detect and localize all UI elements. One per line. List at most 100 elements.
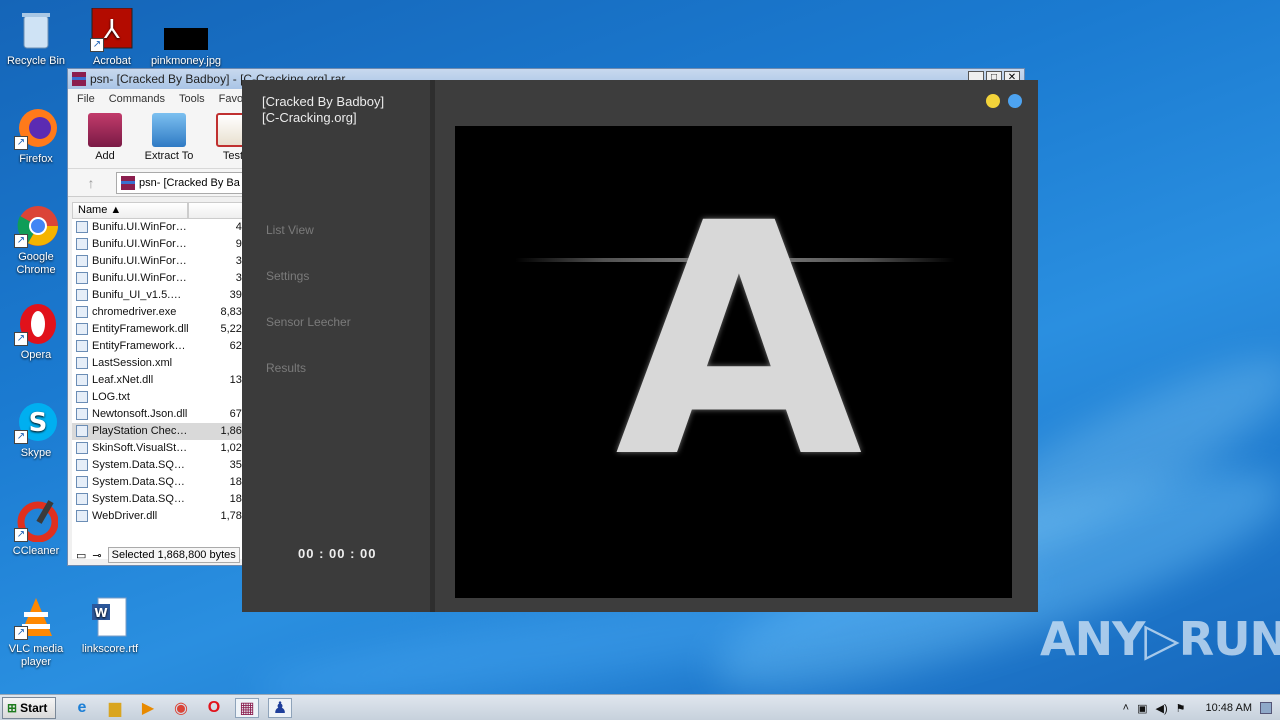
taskbar-winrar[interactable]: ▦ bbox=[235, 697, 259, 718]
start-label: Start bbox=[20, 700, 48, 715]
animated-letter: A bbox=[615, 156, 863, 528]
drive-icon: ▭ bbox=[76, 549, 87, 562]
desktop-icon-acrobat[interactable]: ⅄ ↗ Acrobat bbox=[76, 7, 148, 68]
menu-tools[interactable]: Tools bbox=[179, 93, 205, 105]
menu-commands[interactable]: Commands bbox=[109, 93, 165, 105]
up-arrow-icon[interactable]: ↑ bbox=[76, 175, 106, 191]
desktop-icon-chrome[interactable]: ↗ Google Chrome bbox=[0, 204, 72, 277]
taskbar-explorer[interactable]: ▆ bbox=[103, 698, 127, 718]
desktop-icon-recycle-bin[interactable]: Recycle Bin bbox=[0, 8, 72, 68]
recycle-bin-icon bbox=[14, 8, 58, 52]
extract-to-button[interactable]: Extract To bbox=[140, 109, 198, 168]
windows-logo-icon: ⊞ bbox=[7, 700, 18, 715]
desktop-icon-linkscore[interactable]: W linkscore.rtf bbox=[74, 596, 146, 656]
image-file-icon bbox=[164, 8, 208, 52]
start-button[interactable]: ⊞ Start bbox=[2, 696, 56, 719]
test-button-label: Test bbox=[222, 150, 244, 162]
file-name: Newtonsoft.Json.dll bbox=[92, 408, 188, 420]
opera-icon: O bbox=[207, 698, 221, 716]
nav-list-view[interactable]: List View bbox=[266, 223, 314, 237]
add-archive-icon bbox=[88, 113, 122, 147]
file-icon bbox=[76, 357, 88, 369]
sort-ascending-icon: ▲ bbox=[110, 204, 122, 216]
minimize-dot[interactable] bbox=[986, 94, 1000, 108]
taskbar-media-player[interactable]: ▶ bbox=[136, 698, 160, 718]
shortcut-arrow-icon: ↗ bbox=[14, 136, 28, 150]
skype-icon: S ↗ bbox=[14, 400, 58, 444]
file-name: SkinSoft.VisualSt… bbox=[92, 442, 188, 454]
vlc-icon: ↗ bbox=[14, 596, 58, 640]
file-size: 1 bbox=[194, 389, 248, 406]
chrome-icon: ◉ bbox=[174, 699, 188, 717]
column-name-header[interactable]: Name ▲ bbox=[72, 202, 188, 219]
svg-text:⅄: ⅄ bbox=[103, 15, 120, 45]
desktop-icon-label: Skype bbox=[20, 447, 52, 459]
file-icon bbox=[76, 408, 88, 420]
file-size: 1,783 bbox=[220, 510, 248, 522]
winrar-app-icon bbox=[72, 72, 86, 86]
playstation-icon: ♟ bbox=[272, 699, 288, 717]
file-name: System.Data.SQ… bbox=[92, 476, 185, 488]
media-player-icon: ▶ bbox=[141, 699, 155, 717]
desktop-icon-skype[interactable]: S ↗ Skype bbox=[0, 400, 72, 460]
file-icon bbox=[76, 289, 88, 301]
svg-text:S: S bbox=[29, 408, 48, 438]
taskbar-ie[interactable]: e bbox=[70, 698, 94, 718]
file-icon bbox=[76, 425, 88, 437]
clock[interactable]: 10:48 AM bbox=[1206, 702, 1252, 714]
file-size: 1,028 bbox=[220, 442, 248, 454]
desktop-icon-ccleaner[interactable]: ↗ CCleaner bbox=[0, 498, 72, 558]
shortcut-arrow-icon: ↗ bbox=[14, 528, 28, 542]
column-name-label: Name bbox=[78, 204, 108, 216]
opera-icon: ↗ bbox=[14, 302, 58, 346]
volume-icon[interactable]: ◀) bbox=[1156, 702, 1168, 715]
shortcut-arrow-icon: ↗ bbox=[14, 626, 28, 640]
sidebar-divider bbox=[430, 80, 435, 612]
nav-sensor-leecher[interactable]: Sensor Leecher bbox=[266, 315, 351, 329]
desktop-icon-firefox[interactable]: ↗ Firefox bbox=[0, 106, 72, 166]
add-button[interactable]: Add bbox=[76, 109, 134, 168]
show-desktop-button[interactable] bbox=[1260, 702, 1272, 714]
file-icon bbox=[76, 306, 88, 318]
file-name: System.Data.SQ… bbox=[92, 493, 185, 505]
taskbar-opera[interactable]: O bbox=[202, 698, 226, 718]
file-icon bbox=[76, 391, 88, 403]
action-center-flag-icon[interactable]: ⚑ bbox=[1176, 702, 1186, 715]
status-text: Selected 1,868,800 bytes bbox=[107, 547, 240, 563]
firefox-icon: ↗ bbox=[14, 106, 58, 150]
file-size: 352 bbox=[229, 459, 248, 471]
desktop-icon-label: CCleaner bbox=[12, 545, 60, 557]
archive-icon bbox=[121, 175, 135, 190]
menu-file[interactable]: File bbox=[77, 93, 95, 105]
file-size: 184 bbox=[229, 493, 248, 505]
shortcut-arrow-icon: ↗ bbox=[14, 332, 28, 346]
word-doc-icon: W bbox=[88, 596, 132, 640]
ie-icon: e bbox=[77, 698, 87, 716]
nav-settings[interactable]: Settings bbox=[266, 269, 309, 283]
file-icon bbox=[76, 374, 88, 386]
taskbar-playstation-checker[interactable]: ♟ bbox=[268, 697, 292, 718]
anyrun-watermark: ANY▷RUN bbox=[1040, 612, 1280, 666]
file-icon bbox=[76, 442, 88, 454]
file-icon bbox=[76, 459, 88, 471]
nav-results[interactable]: Results bbox=[266, 361, 306, 375]
file-icon bbox=[76, 510, 88, 522]
chrome-icon: ↗ bbox=[14, 204, 58, 248]
file-size bbox=[194, 355, 248, 372]
file-name: Leaf.xNet.dll bbox=[92, 374, 154, 386]
show-hidden-icons-icon[interactable]: ˄ bbox=[1123, 702, 1129, 714]
desktop-icon-opera[interactable]: ↗ Opera bbox=[0, 302, 72, 362]
checker-app-window[interactable]: [Cracked By Badboy] [C-Cracking.org] Lis… bbox=[242, 80, 1038, 612]
file-name: Bunifu.UI.WinFor… bbox=[92, 272, 187, 284]
desktop-icon-label: Firefox bbox=[19, 153, 53, 165]
close-dot[interactable] bbox=[1008, 94, 1022, 108]
taskbar-chrome[interactable]: ◉ bbox=[169, 698, 193, 718]
file-size: 98 bbox=[194, 236, 248, 253]
desktop-icon-pinkmoney[interactable]: pinkmoney.jpg bbox=[150, 8, 222, 68]
desktop-icon-label: pinkmoney.jpg bbox=[150, 55, 222, 67]
file-size: 47 bbox=[194, 219, 248, 236]
app-sidebar bbox=[242, 80, 430, 612]
desktop-icon-vlc[interactable]: ↗ VLC media player bbox=[0, 596, 72, 669]
file-icon bbox=[76, 323, 88, 335]
network-icon[interactable]: ▣ bbox=[1137, 702, 1147, 715]
